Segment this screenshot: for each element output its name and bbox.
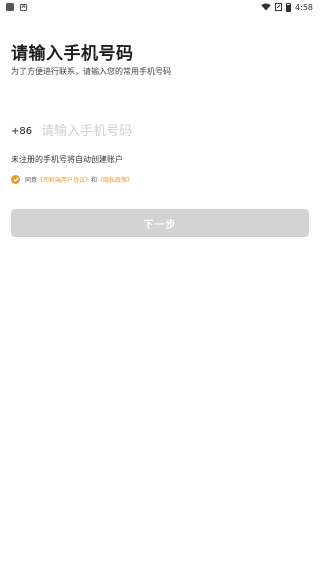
cast-icon: [275, 3, 283, 11]
agreement-row: 同意《司机端用户协议》和《隐私政策》: [11, 175, 133, 184]
a-notification-icon: A: [20, 3, 27, 11]
battery-icon: [286, 2, 292, 12]
status-bar: A 4:58: [0, 0, 320, 14]
agreement-prefix: 同意: [25, 177, 38, 184]
user-agreement-link[interactable]: 《司机端用户协议》: [37, 177, 91, 184]
auto-register-hint: 未注册的手机号将自动创建账户: [11, 155, 123, 164]
page-subtitle: 为了方便进行联系，请输入您的常用手机号码: [11, 67, 171, 76]
checkmark-icon: [12, 177, 19, 182]
status-time: 4:58: [295, 2, 313, 12]
status-left: A: [6, 3, 27, 11]
privacy-policy-link[interactable]: 《隐私政策》: [97, 177, 133, 184]
status-right: 4:58: [261, 2, 313, 12]
agree-checkbox[interactable]: [11, 175, 20, 184]
next-step-button[interactable]: 下一步: [11, 209, 309, 237]
country-code[interactable]: +86: [11, 126, 32, 137]
phone-input-row: +86: [11, 120, 309, 142]
phone-input[interactable]: [41, 123, 309, 139]
wifi-icon: [261, 3, 271, 11]
app-square-icon: [6, 3, 14, 11]
page-title: 请输入手机号码: [11, 44, 134, 64]
